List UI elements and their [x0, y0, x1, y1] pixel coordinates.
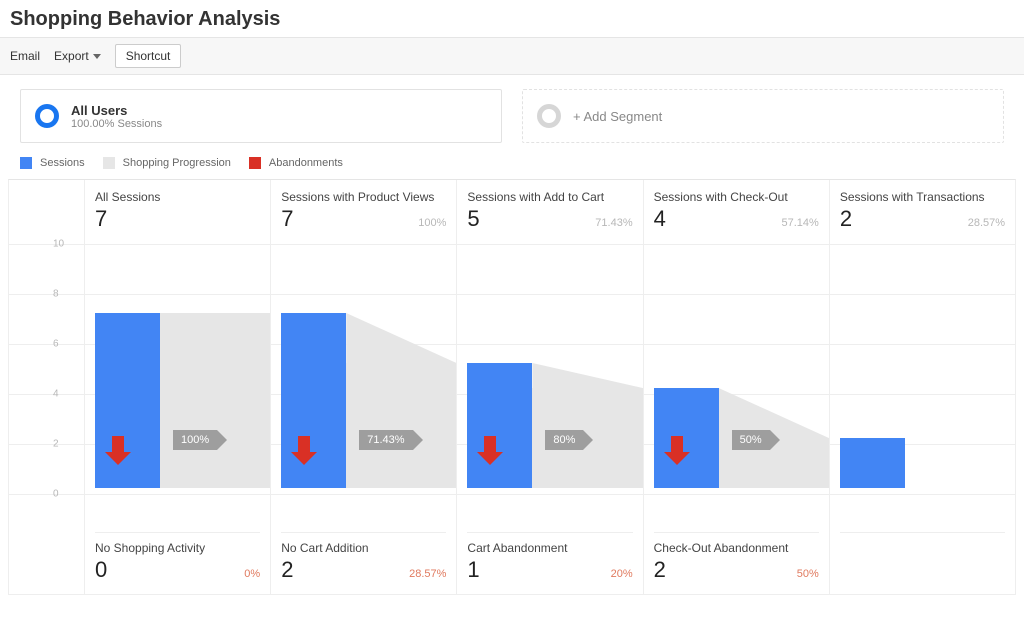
- flow-pct-label: 50%: [732, 430, 770, 450]
- flow-drop: [346, 313, 456, 363]
- segment-title: All Users: [71, 103, 162, 118]
- add-segment-button[interactable]: + Add Segment: [522, 89, 1004, 143]
- stage-value: 5: [467, 206, 479, 232]
- flow-area: [160, 313, 270, 488]
- abandon-row: [840, 532, 1005, 594]
- abandon-label: No Cart Addition: [281, 541, 446, 555]
- segments-row: All Users 100.00% Sessions + Add Segment: [0, 75, 1024, 153]
- y-tick-label: 10: [53, 239, 64, 250]
- abandon-arrow-icon: [664, 436, 690, 466]
- funnel-stage[interactable]: Sessions with Product Views 7 100% 71.43% No…: [270, 180, 456, 594]
- y-tick-label: 2: [53, 439, 59, 450]
- abandon-label: Check-Out Abandonment: [654, 541, 819, 555]
- export-dropdown[interactable]: Export: [54, 49, 101, 63]
- shortcut-button[interactable]: Shortcut: [115, 44, 182, 68]
- session-bar: [467, 363, 532, 488]
- stage-value: 7: [95, 206, 107, 232]
- export-label: Export: [54, 49, 89, 63]
- flow-pct-label: 80%: [545, 430, 583, 450]
- abandon-pct: 0%: [244, 568, 260, 580]
- toolbar: Email Export Shortcut: [0, 37, 1024, 75]
- abandon-row: Check-Out Abandonment 2 50%: [654, 532, 819, 594]
- abandon-row: Cart Abandonment 1 20%: [467, 532, 632, 594]
- y-tick-label: 0: [53, 489, 59, 500]
- legend-label-sessions: Sessions: [40, 157, 85, 169]
- funnel-chart: 0246810 All Sessions7100%No Shopping Act…: [8, 179, 1016, 595]
- abandon-row: No Shopping Activity 0 0%: [95, 532, 260, 594]
- stage-pct: 57.14%: [782, 217, 819, 229]
- legend-swatch-sessions: [20, 157, 32, 169]
- y-tick-label: 4: [53, 389, 59, 400]
- flow-pct-label: 100%: [173, 430, 217, 450]
- stage-pct: 28.57%: [968, 217, 1005, 229]
- stage-plot: [840, 238, 1005, 488]
- segment-subtitle: 100.00% Sessions: [71, 118, 162, 130]
- legend-label-progression: Shopping Progression: [123, 157, 231, 169]
- abandon-pct: 50%: [797, 568, 819, 580]
- flow-area: [346, 363, 456, 488]
- funnel-stages: All Sessions 7 100% No Shopping Activity 0 0%…: [84, 180, 1015, 594]
- abandon-value: 1: [467, 557, 479, 583]
- y-tick-label: 8: [53, 289, 59, 300]
- chart-legend: Sessions Shopping Progression Abandonmen…: [0, 153, 1024, 179]
- stage-label: Sessions with Product Views: [281, 190, 446, 204]
- session-bar: [840, 438, 905, 488]
- segment-ring-icon: [537, 104, 561, 128]
- abandon-pct: 20%: [611, 568, 633, 580]
- stage-value: 2: [840, 206, 852, 232]
- add-segment-label: + Add Segment: [573, 109, 662, 124]
- abandon-value: 2: [654, 557, 666, 583]
- legend-swatch-progression: [103, 157, 115, 169]
- legend-swatch-abandonments: [249, 157, 261, 169]
- abandon-arrow-icon: [291, 436, 317, 466]
- abandon-value: 2: [281, 557, 293, 583]
- stage-label: Sessions with Check-Out: [654, 190, 819, 204]
- funnel-stage[interactable]: All Sessions 7 100% No Shopping Activity 0 0%: [84, 180, 270, 594]
- segment-all-users[interactable]: All Users 100.00% Sessions: [20, 89, 502, 143]
- stage-value: 7: [281, 206, 293, 232]
- stage-value: 4: [654, 206, 666, 232]
- caret-down-icon: [93, 54, 101, 59]
- flow-drop: [532, 363, 642, 388]
- legend-label-abandonments: Abandonments: [269, 157, 343, 169]
- segment-ring-icon: [35, 104, 59, 128]
- stage-label: Sessions with Transactions: [840, 190, 1005, 204]
- abandon-arrow-icon: [105, 436, 131, 466]
- abandon-arrow-icon: [477, 436, 503, 466]
- abandon-value: 0: [95, 557, 107, 583]
- email-link[interactable]: Email: [10, 49, 40, 63]
- stage-pct: 71.43%: [595, 217, 632, 229]
- y-tick-label: 6: [53, 339, 59, 350]
- stage-label: All Sessions: [95, 190, 260, 204]
- stage-pct: 100%: [418, 217, 446, 229]
- page-title: Shopping Behavior Analysis: [0, 0, 1024, 37]
- abandon-label: No Shopping Activity: [95, 541, 260, 555]
- abandon-label: Cart Abandonment: [467, 541, 632, 555]
- abandon-pct: 28.57%: [409, 568, 446, 580]
- stage-label: Sessions with Add to Cart: [467, 190, 632, 204]
- abandon-row: No Cart Addition 2 28.57%: [281, 532, 446, 594]
- funnel-stage[interactable]: Sessions with Transactions 2 28.57%: [829, 180, 1015, 594]
- flow-pct-label: 71.43%: [359, 430, 412, 450]
- funnel-stage[interactable]: Sessions with Add to Cart 5 71.43% 80% Cart …: [456, 180, 642, 594]
- funnel-stage[interactable]: Sessions with Check-Out457.14%50%Check-O…: [643, 180, 829, 594]
